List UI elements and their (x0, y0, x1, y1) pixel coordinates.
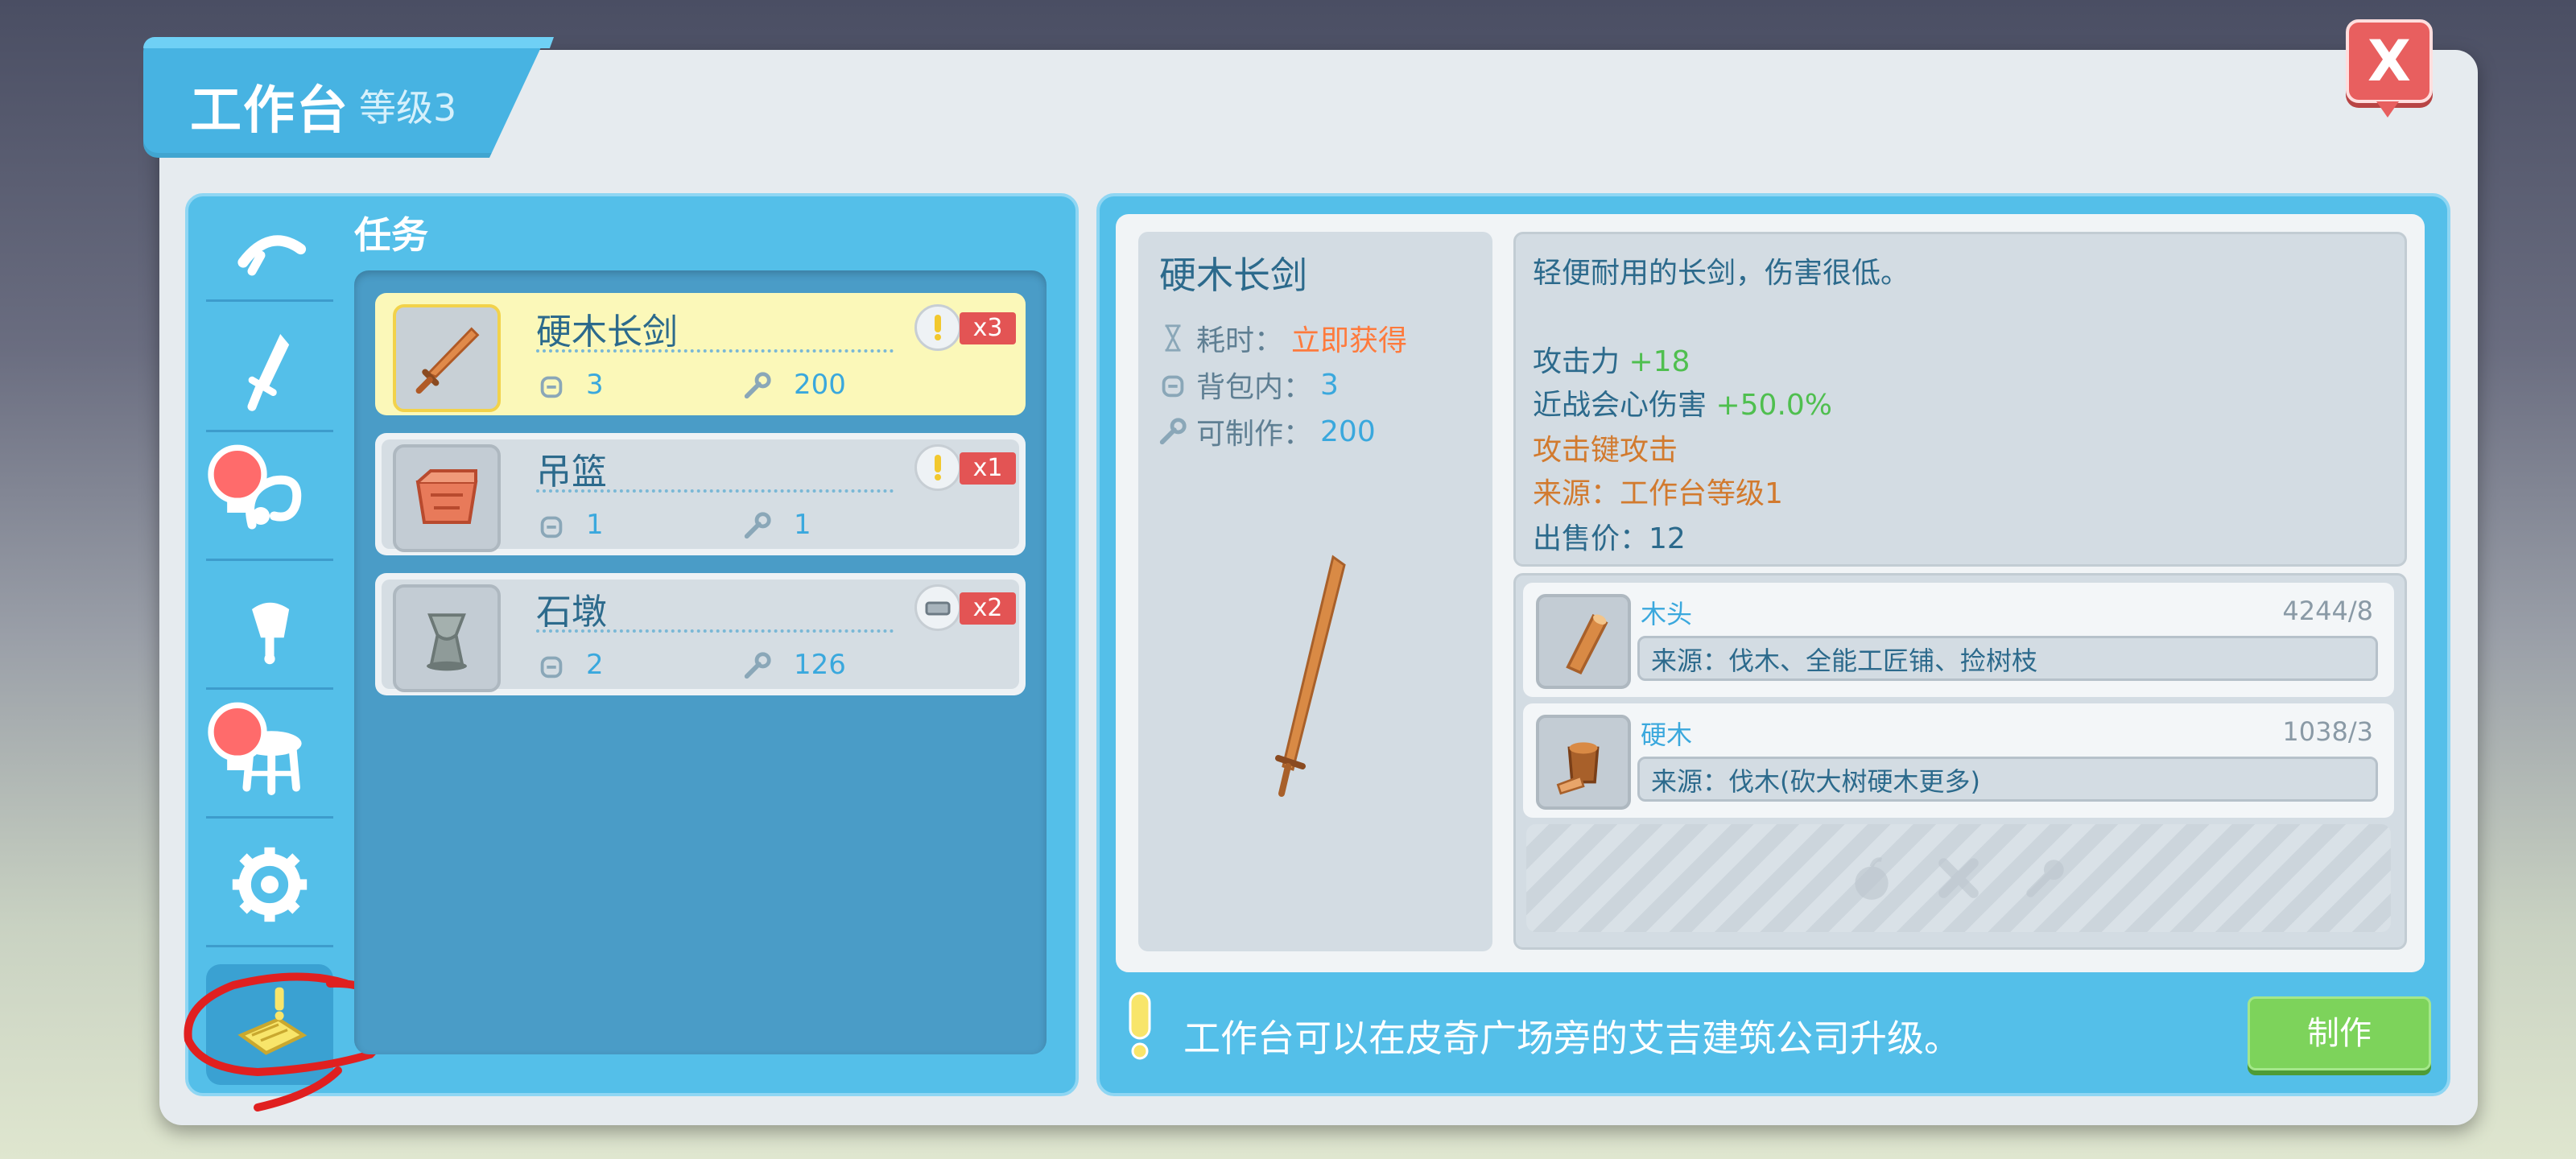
backpack-icon (1162, 375, 1184, 398)
multiplier-badge: x2 (960, 592, 1016, 625)
item-image (1536, 594, 1631, 689)
item-image (393, 584, 501, 692)
craft-label: 可制作： (1196, 418, 1313, 451)
attack-row: 攻击力 +18 (1533, 338, 1690, 380)
sidebar-item-hook[interactable] (206, 438, 333, 559)
sidebar-item-sword[interactable] (206, 309, 333, 430)
time-value: 立即获得 (1291, 324, 1408, 357)
craft-row: 可制作： 200 (1158, 410, 1376, 452)
longsword-preview (1275, 555, 1346, 797)
material-name: 木头 (1641, 599, 1693, 629)
task-item-stone-pier[interactable]: 石墩 2 126 x2 (375, 573, 1026, 695)
gear-icon (232, 847, 308, 922)
sell-price: 出售价：12 (1533, 522, 1686, 555)
sidebar-item-pickaxe[interactable] (206, 196, 333, 293)
bag-count: 2 (586, 649, 604, 681)
attack-value: +18 (1629, 345, 1690, 378)
crit-value: +50.0% (1715, 389, 1832, 422)
material-item[interactable]: 木头 4244/8 来源：伐木、全能工匠铺、捡树枝 (1523, 583, 2394, 697)
hardwood-icon (1556, 742, 1600, 795)
exclamation-hint-icon (1129, 992, 1151, 1060)
divider (536, 629, 894, 633)
backpack-icon (540, 376, 563, 398)
attack-label: 攻击力 (1533, 345, 1620, 378)
task-name: 石墩 (536, 592, 607, 633)
panel-title: 工作台 (190, 81, 349, 141)
task-item-longsword[interactable]: 硬木长剑 3 200 x3 (375, 293, 1026, 415)
sidebar-item-lamp[interactable] (206, 567, 333, 687)
sidebar-item-stool[interactable] (206, 695, 333, 816)
material-name: 硬木 (1641, 720, 1693, 750)
item-image (393, 304, 501, 412)
wrench-icon (1159, 418, 1187, 445)
item-image (1536, 715, 1631, 810)
bag-row: 背包内： 3 (1158, 364, 1339, 406)
attack-key-text: 攻击键攻击 (1533, 434, 1678, 467)
crit-row: 近战会心伤害 +50.0% (1533, 382, 1832, 423)
source-text: 来源：工作台等级1 (1533, 477, 1783, 510)
empty-material-slot (1526, 824, 2391, 932)
log-icon (1566, 613, 1608, 675)
material-count: 1038/3 (2282, 716, 2373, 747)
backpack-icon (540, 656, 563, 678)
divider (536, 349, 894, 353)
task-name: 吊篮 (536, 452, 607, 493)
multiplier-badge: x3 (960, 312, 1016, 344)
multiplier-badge: x1 (960, 452, 1016, 485)
stone-pier-icon (427, 613, 467, 671)
time-label: 耗时： (1196, 324, 1284, 357)
material-source: 来源：伐木、全能工匠铺、捡树枝 (1637, 636, 2378, 681)
material-source: 来源：伐木(砍大树硬木更多) (1637, 757, 2378, 802)
task-list: 硬木长剑 3 200 x3 吊篮 1 1 x1 石墩 2 126 x2 (354, 270, 1046, 1054)
bag-label: 背包内： (1196, 371, 1313, 404)
divider (536, 489, 894, 493)
task-item-basket[interactable]: 吊篮 1 1 x1 (375, 433, 1026, 555)
craftable-count: 1 (794, 509, 811, 541)
bag-value: 3 (1320, 368, 1339, 402)
tasks-label: 任务 (354, 213, 428, 257)
wrench-icon (744, 372, 771, 399)
material-bar-icon (914, 584, 961, 631)
tool-icon (2026, 860, 2064, 897)
time-row: 耗时： 立即获得 (1158, 317, 1407, 359)
backpack-icon (540, 516, 563, 538)
bag-count: 3 (586, 369, 604, 401)
alert-bulb-icon (208, 444, 267, 513)
wrench-icon (744, 652, 771, 679)
craftable-count: 200 (794, 369, 846, 401)
pickaxe-icon (237, 235, 307, 276)
sword-icon (247, 334, 290, 411)
cross-icon (1938, 858, 1979, 898)
title-tab-highlight (143, 37, 554, 48)
craftable-count: 126 (794, 649, 846, 681)
craft-value: 200 (1320, 415, 1376, 448)
make-button[interactable]: 制作 (2248, 996, 2431, 1070)
alert-bulb-icon (208, 702, 267, 770)
bag-count: 1 (586, 509, 604, 541)
wooden-sword-icon (415, 327, 480, 394)
description-text: 轻便耐用的长剑，伤害很低。 (1533, 257, 1910, 290)
lamp-icon (252, 602, 290, 665)
material-item[interactable]: 硬木 1038/3 来源：伐木(砍大树硬木更多) (1523, 703, 2394, 818)
upgrade-hint: 工作台可以在皮奇广场旁的艾吉建筑公司升级。 (1183, 1017, 1961, 1060)
exclamation-icon (914, 444, 961, 491)
apple-icon (1855, 857, 1889, 900)
close-button[interactable]: X (2346, 19, 2433, 118)
crit-label: 近战会心伤害 (1533, 389, 1707, 422)
task-name: 硬木长剑 (536, 311, 678, 353)
item-image (393, 444, 501, 552)
basket-icon (415, 469, 478, 524)
item-title: 硬木长剑 (1159, 254, 1307, 297)
wrench-icon (744, 512, 771, 539)
material-count: 4244/8 (2282, 596, 2373, 626)
panel-level: 等级3 (359, 86, 457, 130)
hourglass-icon (1165, 324, 1181, 352)
exclamation-icon (914, 304, 961, 351)
sidebar-item-gear[interactable] (206, 824, 333, 945)
